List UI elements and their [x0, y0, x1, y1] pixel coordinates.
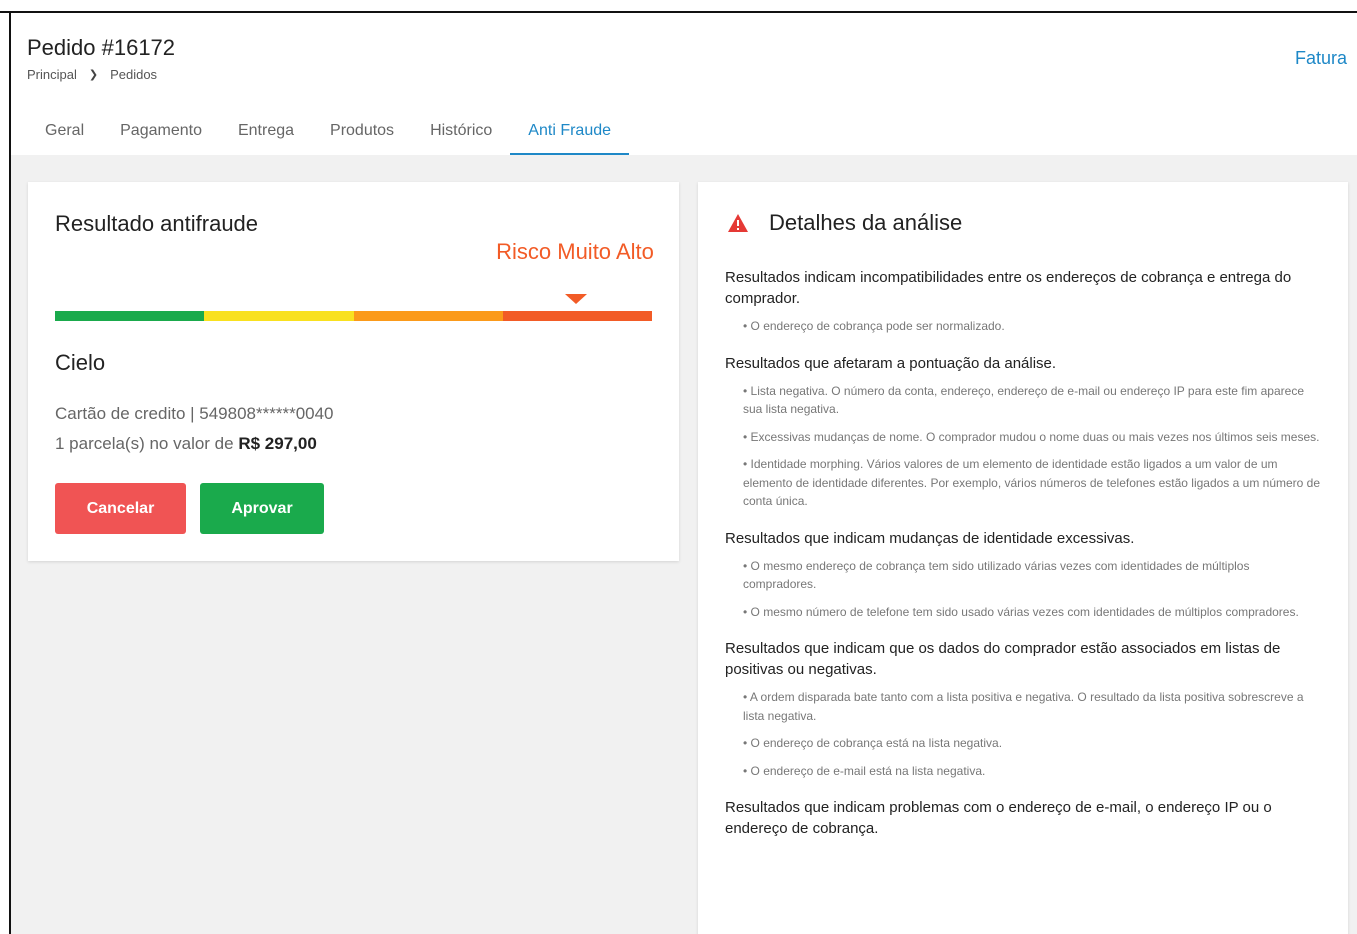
cancel-button[interactable]: Cancelar [55, 483, 186, 534]
analysis-details-card: Detalhes da análise Resultados indicam i… [698, 182, 1348, 934]
tab-bar: Geral Pagamento Entrega Produtos Históri… [27, 110, 630, 155]
card-info: Cartão de credito | 549808******0040 [55, 404, 334, 423]
analysis-section-title: Resultados indicam incompatibilidades en… [725, 269, 1292, 307]
analysis-item: • Excessivas mudanças de nome. O comprad… [743, 429, 1320, 444]
breadcrumb-item-pedidos[interactable]: Pedidos [110, 67, 157, 82]
breadcrumb-item-principal[interactable]: Principal [27, 67, 77, 82]
analysis-item: • Lista negativa. O número da conta, end… [743, 383, 1304, 417]
tab-anti-fraude[interactable]: Anti Fraude [510, 110, 630, 155]
payment-provider: Cielo [55, 350, 106, 375]
analysis-item: • O mesmo número de telefone tem sido us… [743, 604, 1299, 619]
risk-segment-high [353, 311, 503, 321]
tab-entrega[interactable]: Entrega [220, 110, 312, 155]
page-title: Pedido #16172 [27, 35, 176, 60]
analysis-section: Resultados indicam incompatibilidades en… [725, 267, 1325, 336]
main-content: Resultado antifraude Risco Muito Alto Ci… [11, 155, 1357, 934]
analysis-item: • O endereço de cobrança está na lista n… [743, 736, 1003, 750]
approve-button[interactable]: Aprovar [200, 483, 324, 534]
analysis-section: Resultados que indicam problemas com o e… [725, 797, 1325, 839]
warning-icon [728, 214, 748, 232]
analysis-section-title: Resultados que afetaram a pontuação da a… [725, 354, 1057, 372]
fraud-result-card: Resultado antifraude Risco Muito Alto Ci… [28, 182, 679, 561]
page-header: Pedido #16172 Principal ❯ Pedidos Fatura… [11, 13, 1357, 155]
analysis-item: • A ordem disparada bate tanto com a lis… [743, 690, 1304, 723]
analysis-section-title: Resultados que indicam que os dados do c… [725, 640, 1281, 678]
analysis-details-header: Detalhes da análise [727, 210, 962, 236]
analysis-section-title: Resultados que indicam mudanças de ident… [725, 529, 1135, 547]
risk-segment-low [55, 311, 205, 321]
analysis-item: • Identidade morphing. Vários valores de… [743, 457, 1321, 508]
breadcrumb: Principal ❯ Pedidos [27, 67, 157, 82]
chevron-right-icon: ❯ [88, 69, 99, 81]
risk-pointer-icon [565, 294, 587, 304]
risk-level-label: Risco Muito Alto [496, 239, 654, 264]
risk-segment-medium [204, 311, 354, 321]
analysis-section: Resultados que afetaram a pontuação da a… [725, 353, 1325, 511]
analysis-item: • O endereço de e-mail está na lista neg… [743, 763, 986, 778]
analysis-section-title: Resultados que indicam problemas com o e… [725, 799, 1272, 837]
installments-info: 1 parcela(s) no valor de R$ 297,00 [55, 434, 317, 454]
analysis-item: • O mesmo endereço de cobrança tem sido … [743, 558, 1250, 592]
fraud-result-title: Resultado antifraude [55, 211, 259, 236]
analysis-item: • O endereço de cobrança pode ser normal… [743, 319, 1005, 333]
invoice-link[interactable]: Fatura [1295, 48, 1347, 69]
analysis-section: Resultados que indicam que os dados do c… [725, 638, 1325, 780]
analysis-section: Resultados que indicam mudanças de ident… [725, 528, 1325, 622]
tab-pagamento[interactable]: Pagamento [102, 110, 220, 155]
risk-scale-bar [55, 311, 652, 321]
risk-segment-very-high [502, 311, 652, 321]
tab-historico[interactable]: Histórico [412, 110, 510, 155]
installments-amount: R$ 297,00 [238, 434, 317, 453]
analysis-details-title: Detalhes da análise [769, 210, 963, 235]
tab-geral[interactable]: Geral [27, 110, 102, 155]
installments-prefix: 1 parcela(s) no valor de [55, 434, 234, 453]
tab-produtos[interactable]: Produtos [312, 110, 412, 155]
analysis-details-list: Resultados indicam incompatibilidades en… [725, 267, 1325, 856]
